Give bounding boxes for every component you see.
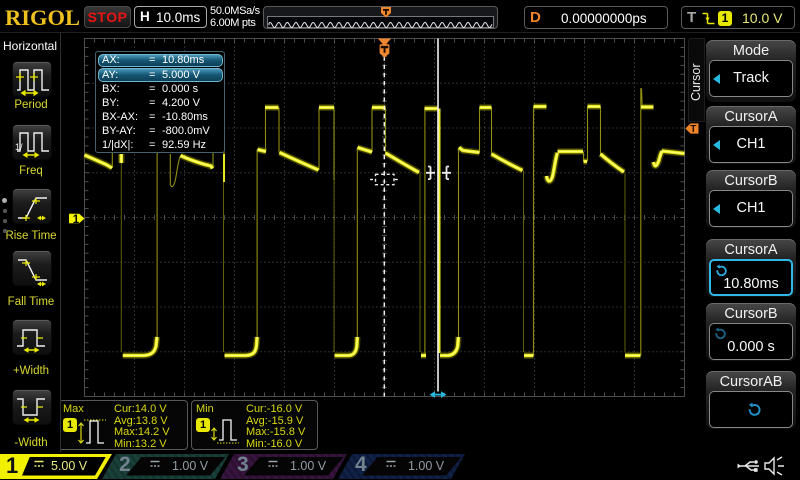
svg-text:T: T (690, 124, 696, 134)
svg-text:1/: 1/ (15, 142, 23, 152)
svg-text:1: 1 (73, 214, 80, 226)
